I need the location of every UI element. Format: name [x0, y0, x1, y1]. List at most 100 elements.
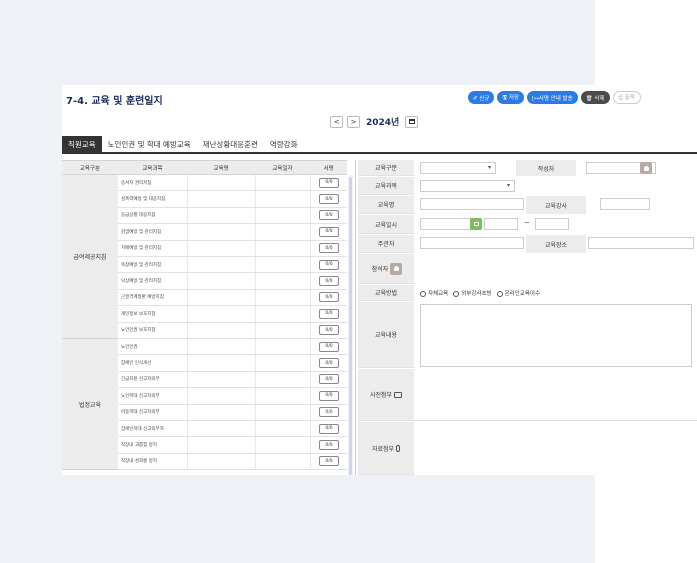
- date-cell: [255, 224, 310, 240]
- date-cell: [255, 421, 310, 437]
- subject-cell: 개인정보 보호지침: [121, 311, 156, 317]
- subject-cell: 장애인학대 신고의무자: [121, 426, 164, 432]
- author-label: 작성자: [516, 160, 576, 176]
- paperclip-icon[interactable]: [396, 444, 401, 452]
- name-cell: [187, 355, 255, 371]
- signature-button[interactable]: 0/0: [319, 456, 339, 467]
- signature-button[interactable]: 0/0: [319, 259, 339, 270]
- signature-button[interactable]: 0/0: [319, 374, 339, 385]
- subject-cell: 장애인 인식개선: [121, 361, 152, 367]
- date-cell: [255, 306, 310, 322]
- method-option-online[interactable]: 온라인교육이수: [496, 289, 540, 297]
- signature-button[interactable]: 0/0: [319, 276, 339, 287]
- attendee-person-icon[interactable]: [390, 262, 403, 275]
- next-year-button[interactable]: >: [347, 115, 360, 128]
- subject-cell: 근골격계질환 예방지침: [121, 295, 164, 301]
- table-row[interactable]: 직장내 성희롱 방지 0/0: [118, 453, 347, 471]
- signature-button[interactable]: 0/0: [319, 308, 339, 319]
- signature-button[interactable]: 0/0: [319, 226, 339, 237]
- send-signature-notice-button[interactable]: [↦서명 안내 발송: [527, 91, 578, 104]
- instructor-field[interactable]: [600, 198, 650, 210]
- end-time-field[interactable]: [535, 218, 569, 230]
- signature-cell: 0/0: [310, 453, 347, 470]
- signature-button[interactable]: 0/0: [319, 440, 339, 451]
- signature-cell: 0/0: [310, 306, 347, 322]
- table-row[interactable]: 노인학대 신고자의무 0/0: [118, 388, 347, 405]
- date-cell: [255, 191, 310, 207]
- table-row[interactable]: 긴급지원 신고자의무 0/0: [118, 371, 347, 389]
- delete-button[interactable]: 🗑 삭제: [580, 91, 610, 104]
- date-cell: [255, 371, 310, 388]
- signature-button[interactable]: 0/0: [319, 194, 339, 205]
- content-textarea[interactable]: [420, 304, 692, 367]
- signature-button[interactable]: 0/0: [319, 390, 339, 401]
- signature-button[interactable]: 0/0: [319, 407, 339, 418]
- new-button[interactable]: ✐ 신규: [468, 91, 495, 104]
- method-option-internal[interactable]: 자체교육: [420, 289, 448, 297]
- signature-button[interactable]: 0/0: [319, 325, 339, 336]
- method-radio-group: 자체교육 외부강사초빙 온라인교육이수: [420, 289, 540, 297]
- start-time-field[interactable]: [484, 218, 518, 230]
- date-picker-icon[interactable]: [470, 218, 482, 230]
- method-option-external[interactable]: 외부강사초빙: [453, 289, 492, 297]
- file-label-cell: 자료첨부: [358, 422, 414, 475]
- row-divider: [358, 420, 697, 421]
- signature-button[interactable]: 0/0: [319, 210, 339, 221]
- calendar-icon[interactable]: [405, 115, 419, 128]
- date-cell: [255, 339, 310, 355]
- signature-button[interactable]: 0/0: [319, 423, 339, 434]
- col-header-signature: 서명: [323, 165, 334, 172]
- print-button[interactable]: ⎙ 출력: [612, 91, 641, 104]
- place-field[interactable]: [588, 237, 694, 249]
- name-cell: [187, 257, 255, 273]
- signature-button[interactable]: 0/0: [319, 358, 339, 369]
- subject-cell: 아동학대 신고자의무: [121, 410, 160, 416]
- attendees-label-cell: 참석자: [358, 254, 414, 284]
- signature-cell: 0/0: [310, 404, 347, 420]
- table-row[interactable]: 응서자 권리지침 0/0: [118, 175, 347, 192]
- signature-button[interactable]: 0/0: [319, 292, 339, 303]
- tab-competency[interactable]: 역량강화: [264, 136, 304, 152]
- table-row[interactable]: 욕창예방 및 관리지침 0/0: [118, 257, 347, 274]
- date-cell: [255, 437, 310, 453]
- table-row[interactable]: 노인인권 보호지침 0/0: [118, 322, 347, 339]
- table-row[interactable]: 응급상황 대응지침 0/0: [118, 207, 347, 225]
- col-header-category: 교육구분: [79, 165, 101, 172]
- table-row[interactable]: 치매예방 및 관리지침 0/0: [118, 240, 347, 257]
- signature-button[interactable]: 0/0: [319, 341, 339, 352]
- category-select[interactable]: [420, 162, 496, 174]
- table-row[interactable]: 성폭력예방 및 대응지침 0/0: [118, 191, 347, 208]
- camera-icon[interactable]: [394, 391, 403, 398]
- table-row[interactable]: 근골격계질환 예방지침 0/0: [118, 289, 347, 307]
- table-row[interactable]: 장애인 인식개선 0/0: [118, 355, 347, 372]
- table-row[interactable]: 노인인권 0/0: [118, 339, 347, 356]
- name-field[interactable]: [420, 198, 524, 210]
- tab-disaster-drill[interactable]: 재난상황대응훈련: [197, 136, 264, 152]
- table-row[interactable]: 개인정보 보호지침 0/0: [118, 306, 347, 323]
- subject-cell: 노인인권: [121, 344, 138, 350]
- person-icon[interactable]: [640, 162, 652, 174]
- tab-human-rights[interactable]: 노인인권 및 학대 예방교육: [102, 136, 197, 152]
- signature-button[interactable]: 0/0: [319, 177, 339, 188]
- photo-label: 사진첨부: [369, 392, 393, 399]
- name-cell: [187, 207, 255, 224]
- signature-button[interactable]: 0/0: [319, 243, 339, 254]
- prev-year-button[interactable]: <: [330, 115, 343, 128]
- host-field[interactable]: [420, 237, 524, 249]
- subject-select[interactable]: [420, 180, 515, 192]
- subject-cell: 응서자 권리지침: [121, 180, 152, 186]
- toolbar: ✐ 신규 🖫 저장 [↦서명 안내 발송 🗑 삭제 ⎙ 출력: [468, 91, 641, 104]
- table-row[interactable]: 아동학대 신고자의무 0/0: [118, 404, 347, 421]
- name-cell: [187, 421, 255, 437]
- signature-cell: 0/0: [310, 322, 347, 338]
- table-row[interactable]: 직장내 괴롭힘 방지 0/0: [118, 437, 347, 454]
- table-row[interactable]: 장애인학대 신고의무자 0/0: [118, 421, 347, 438]
- table-row[interactable]: 낙상예방 및 관리지침 0/0: [118, 273, 347, 290]
- signature-cell: 0/0: [310, 388, 347, 404]
- grid-scrollbar[interactable]: [348, 175, 353, 475]
- save-button[interactable]: 🖫 저장: [497, 91, 525, 104]
- table-row[interactable]: 감염예방 및 관리지침 0/0: [118, 224, 347, 241]
- tab-staff-training[interactable]: 직원교육: [62, 136, 102, 152]
- date-field[interactable]: [420, 218, 472, 230]
- subject-cell: 욕창예방 및 관리지침: [121, 262, 162, 268]
